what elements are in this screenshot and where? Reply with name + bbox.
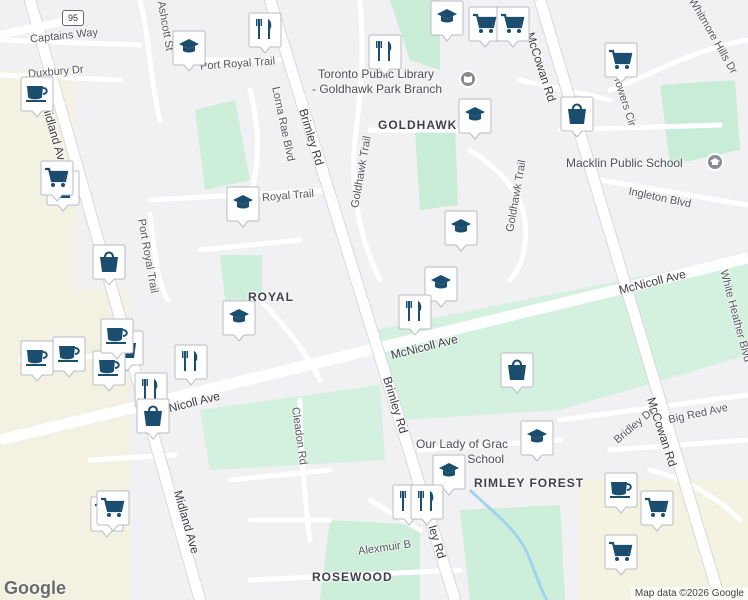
school-pin[interactable]	[172, 30, 206, 72]
goldhawk-park	[415, 125, 458, 210]
restaurant-pin[interactable]	[368, 34, 402, 76]
park-area	[195, 100, 250, 190]
cafe-pin[interactable]	[20, 76, 54, 118]
shopping-pin[interactable]	[136, 398, 170, 440]
restaurant-pin[interactable]	[248, 12, 282, 54]
macklin-school-label[interactable]: Macklin Public School	[566, 156, 683, 170]
google-logo[interactable]: Google	[4, 578, 66, 599]
library-book-icon[interactable]	[459, 70, 477, 88]
grocery-pin[interactable]	[40, 160, 74, 202]
shopping-pin[interactable]	[500, 352, 534, 394]
restaurant-pin[interactable]	[398, 294, 432, 336]
shopping-pin[interactable]	[560, 96, 594, 138]
neighborhood-goldhawk: GOLDHAWK	[378, 118, 458, 132]
cafe-pin[interactable]	[20, 340, 54, 382]
our-lady-label-line1[interactable]: Our Lady of Grac	[416, 437, 508, 451]
school-pin[interactable]	[222, 300, 256, 342]
school-cap-icon[interactable]	[706, 153, 724, 171]
grocery-pin[interactable]	[640, 490, 674, 532]
school-pin[interactable]	[226, 186, 260, 228]
school-pin[interactable]	[430, 0, 464, 42]
neighborhood-brimley-forest: RIMLEY FOREST	[474, 476, 585, 490]
grocery-pin[interactable]	[604, 534, 638, 576]
school-pin[interactable]	[458, 98, 492, 140]
highway-95-shield: 95	[62, 10, 84, 26]
school-pin[interactable]	[520, 420, 554, 462]
park-area	[460, 505, 565, 600]
cafe-pin[interactable]	[52, 336, 86, 378]
grocery-pin[interactable]	[496, 6, 530, 48]
park-area	[320, 520, 420, 600]
neighborhood-rosewood: ROSEWOOD	[312, 570, 393, 584]
restaurant-pin[interactable]	[410, 484, 444, 526]
cafe-pin[interactable]	[100, 318, 134, 360]
restaurant-pin[interactable]	[174, 344, 208, 386]
library-label-line2[interactable]: - Goldhawk Park Branch	[312, 82, 442, 96]
shopping-pin[interactable]	[92, 244, 126, 286]
school-pin[interactable]	[444, 210, 478, 252]
cafe-pin[interactable]	[604, 472, 638, 514]
map-canvas[interactable]: 95 Captains Way Ashcott St Duxbury Dr Mi…	[0, 0, 748, 600]
map-attribution[interactable]: Map data ©2026 Google	[630, 587, 748, 600]
park-area	[660, 80, 740, 165]
grocery-pin[interactable]	[604, 42, 638, 84]
grocery-pin[interactable]	[96, 490, 130, 532]
